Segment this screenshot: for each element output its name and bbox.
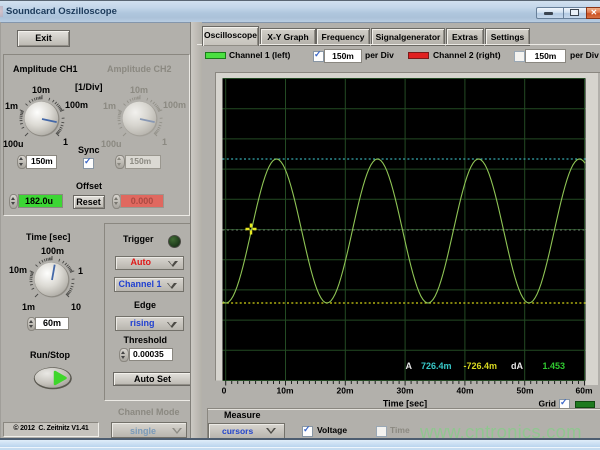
svg-text:Time [sec]: Time [sec] [383, 399, 427, 409]
svg-text:dA: dA [511, 361, 523, 371]
svg-text:20m: 20m [336, 386, 353, 396]
svg-text:40m: 40m [456, 386, 473, 396]
svg-text:726.4m: 726.4m [421, 361, 452, 371]
svg-text:Grid: Grid [539, 399, 556, 409]
svg-text:50m: 50m [516, 386, 533, 396]
svg-text:30m: 30m [396, 386, 413, 396]
svg-text:1.453: 1.453 [543, 361, 566, 371]
svg-text:0: 0 [222, 386, 227, 396]
svg-text:-726.4m: -726.4m [464, 361, 498, 371]
svg-text:60m: 60m [575, 386, 592, 396]
svg-text:A: A [406, 361, 413, 371]
svg-text:10m: 10m [276, 386, 293, 396]
